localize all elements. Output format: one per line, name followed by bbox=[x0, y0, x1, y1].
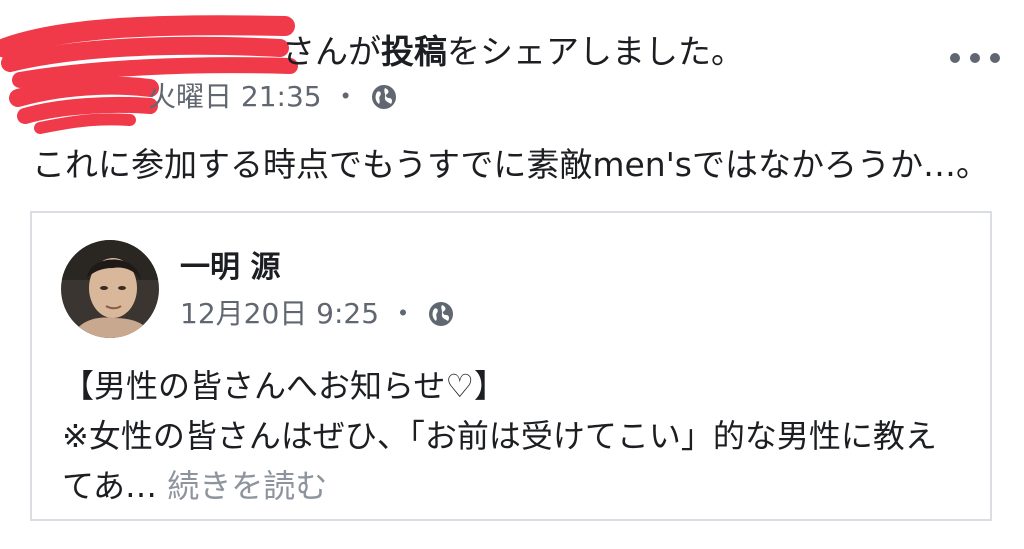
redaction-scribble bbox=[0, 15, 298, 134]
author-name[interactable]: 一明 源 bbox=[180, 248, 280, 288]
more-options-icon[interactable] bbox=[950, 40, 1000, 76]
avatar-photo bbox=[61, 240, 159, 338]
share-text-prefix: さんが bbox=[282, 32, 381, 71]
shared-post-link[interactable]: 投稿 bbox=[381, 32, 447, 71]
share-text-suffix: をシェアしました。 bbox=[447, 32, 744, 71]
body-line: 【男性の皆さんへお知らせ♡】 bbox=[62, 367, 507, 405]
body-line-last: てあ… 続きを読む bbox=[62, 461, 972, 511]
more-dot bbox=[970, 53, 980, 63]
share-headline: さんが投稿をシェアしました。 bbox=[282, 30, 744, 74]
globe-icon bbox=[371, 85, 396, 109]
post-text: これに参加する時点でもうすでに素敵men'sではなかろうか…。 bbox=[32, 145, 989, 184]
shared-post: さんが投稿をシェアしました。 火曜日 21:35 ・ これに参加する時点でもうす… bbox=[0, 0, 1024, 549]
shared-post-card[interactable]: 一明 源 12月20日 9:25 ・ 【男性の皆さんへお知らせ♡】 ※女性の皆さ… bbox=[30, 211, 992, 521]
author-avatar[interactable] bbox=[61, 240, 159, 338]
more-dot bbox=[950, 53, 960, 63]
meta-separator: ・ bbox=[331, 80, 360, 113]
meta-separator: ・ bbox=[389, 297, 418, 330]
post-meta: 火曜日 21:35 ・ bbox=[148, 78, 398, 116]
more-dot bbox=[990, 53, 1000, 63]
shared-post-timestamp[interactable]: 12月20日 9:25 bbox=[180, 295, 379, 333]
see-more-link[interactable]: 続きを読む bbox=[167, 467, 327, 505]
post-timestamp[interactable]: 火曜日 21:35 bbox=[148, 78, 322, 116]
body-line: ※女性の皆さんはぜひ、「お前は受けてこい」的な男性に教え bbox=[62, 417, 937, 455]
globe-icon bbox=[429, 302, 454, 326]
shared-post-body: 【男性の皆さんへお知らせ♡】 ※女性の皆さんはぜひ、「お前は受けてこい」的な男性… bbox=[62, 361, 972, 511]
body-line-text: てあ… bbox=[62, 467, 168, 505]
shared-post-meta: 12月20日 9:25 ・ bbox=[180, 295, 455, 333]
